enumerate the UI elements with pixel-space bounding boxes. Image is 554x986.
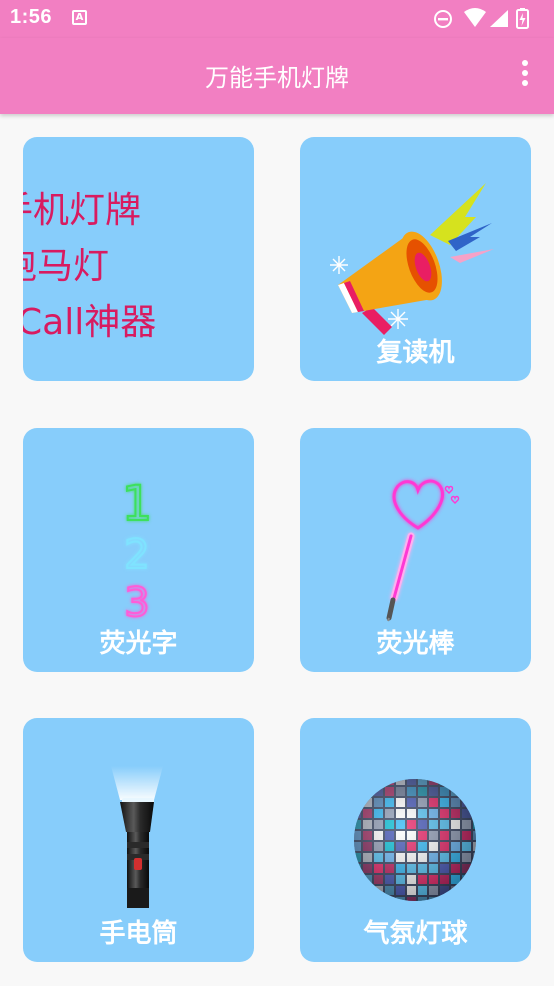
- disco-mirror-tile: [354, 787, 361, 796]
- tile-repeater-label: 复读机: [376, 338, 455, 368]
- disco-mirror-tile: [374, 897, 383, 901]
- tile-disco-ball-label: 气氛灯球: [363, 919, 468, 949]
- neon-digit-1: 1: [122, 476, 153, 532]
- tile-glow-stick[interactable]: 荧光棒: [300, 428, 531, 672]
- disco-mirror-tile: [462, 787, 471, 796]
- disco-mirror-tile: [354, 897, 361, 901]
- disco-mirror-tile: [462, 886, 471, 895]
- disco-mirror-tile: [374, 779, 383, 785]
- disco-mirror-tile: [473, 798, 476, 807]
- disco-mirror-tile: [473, 875, 476, 884]
- tile-repeater[interactable]: 复读机: [300, 137, 531, 381]
- disco-mirror-tile: [354, 798, 361, 807]
- disco-mirror-tile: [440, 779, 449, 785]
- marquee-line-1: 手机灯牌: [23, 190, 142, 231]
- tile-disco-ball[interactable]: 气氛灯球: [300, 718, 531, 962]
- app-bar: 万能手机灯牌: [0, 38, 554, 114]
- more-vert-icon[interactable]: [518, 60, 532, 92]
- app-title: 万能手机灯牌: [205, 64, 349, 92]
- tile-flashlight-label: 手电筒: [99, 919, 178, 949]
- status-bar: 1:56 A: [0, 0, 554, 38]
- disco-mirror-tile: [440, 897, 449, 901]
- status-time: 1:56: [10, 6, 53, 28]
- tile-neon-text-label: 荧光字: [99, 629, 178, 659]
- disco-mirror-tile: [473, 787, 476, 796]
- disco-mirror-tile: [363, 787, 372, 796]
- disco-mirror-tile: [473, 897, 476, 901]
- do-not-disturb-icon: [434, 10, 452, 28]
- battery-charging-icon: [516, 8, 529, 29]
- disco-mirror-tile: [451, 897, 460, 901]
- tile-glow-stick-label: 荧光棒: [376, 629, 455, 659]
- tile-marquee[interactable]: 手机灯牌 跑马灯 Call神器: [23, 137, 254, 381]
- neon-digit-2: 2: [124, 532, 149, 578]
- disco-mirror-tile: [473, 864, 476, 873]
- disco-mirror-tile: [473, 809, 476, 818]
- disco-mirror-tile: [473, 886, 476, 895]
- marquee-line-3: Call神器: [23, 302, 157, 343]
- disco-mirror-tile: [462, 897, 471, 901]
- disco-mirror-tile: [462, 779, 471, 785]
- disco-mirror-tile: [363, 779, 372, 785]
- disco-mirror-tile: [354, 875, 361, 884]
- tile-neon-text[interactable]: 1 2 3 荧光字: [23, 428, 254, 672]
- marquee-line-2: 跑马灯: [23, 246, 110, 287]
- disco-mirror-tile: [385, 897, 394, 901]
- wifi-icon: [464, 8, 486, 27]
- signal-icon: [490, 10, 508, 27]
- disco-mirror-tile: [451, 779, 460, 785]
- disco-mirror-tile: [473, 779, 476, 785]
- disco-mirror-tile: [363, 886, 372, 895]
- tile-flashlight[interactable]: 手电筒: [23, 718, 254, 962]
- status-icons: [432, 7, 544, 31]
- disco-mirror-tile: [354, 886, 361, 895]
- app-a-icon: A: [72, 10, 87, 25]
- disco-mirror-tile: [354, 779, 361, 785]
- disco-mirror-tile: [363, 897, 372, 901]
- disco-mirror-tile: [473, 853, 476, 862]
- neon-digit-3: 3: [124, 580, 149, 626]
